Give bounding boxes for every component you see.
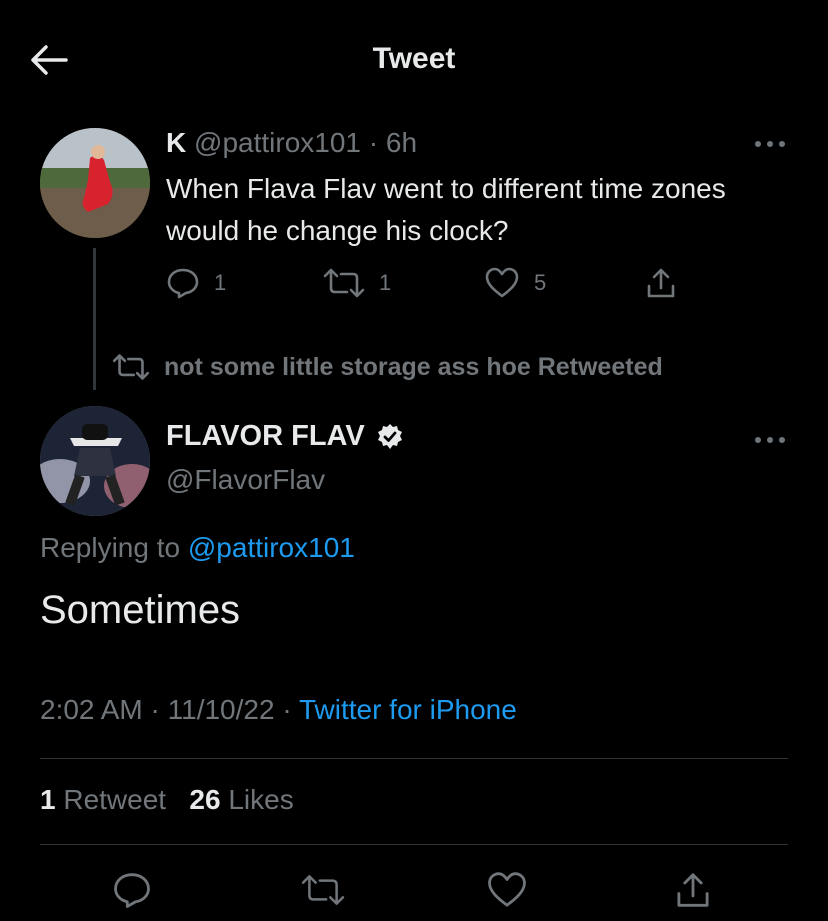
- heart-icon: [485, 267, 519, 298]
- share-button[interactable]: [673, 870, 713, 910]
- replying-to-prefix: Replying to: [40, 532, 181, 563]
- retweet-icon: [301, 875, 345, 905]
- reply-button[interactable]: 1: [166, 266, 226, 300]
- retweeted-by[interactable]: not some little storage ass hoe Retweete…: [112, 352, 663, 382]
- reply-button[interactable]: [112, 870, 152, 910]
- main-tweet-text: Sometimes: [40, 588, 241, 632]
- more-icon: [755, 141, 785, 147]
- retweeted-by-label: not some little storage ass hoe Retweete…: [164, 352, 663, 381]
- parent-tweet-text: When Flava Flav went to different time z…: [166, 173, 726, 246]
- replying-to: Replying to @pattirox101: [40, 532, 355, 564]
- main-display-name: FLAVOR FLAV: [166, 420, 365, 452]
- more-icon: [755, 437, 785, 443]
- like-count: 5: [534, 270, 547, 295]
- separator: ·: [150, 694, 160, 725]
- divider: [40, 844, 788, 845]
- share-button[interactable]: [644, 266, 678, 300]
- tweet-meta: 2:02 AM · 11/10/22 · Twitter for iPhone: [40, 694, 517, 726]
- reply-icon: [167, 268, 199, 299]
- more-options-button[interactable]: [750, 134, 790, 154]
- retweets-stat[interactable]: 1 Retweet: [40, 784, 166, 815]
- parent-display-name[interactable]: K: [166, 127, 186, 158]
- parent-time[interactable]: 6h: [386, 127, 417, 158]
- retweet-icon: [112, 354, 150, 380]
- share-icon: [647, 268, 675, 298]
- main-author[interactable]: FLAVOR FLAV: [166, 420, 405, 453]
- parent-tweet-header: K @pattirox101 · 6h: [166, 126, 417, 160]
- avatar[interactable]: [40, 128, 150, 238]
- reply-icon: [114, 873, 150, 908]
- retweet-count: 1: [379, 270, 392, 295]
- heart-icon: [488, 872, 526, 907]
- more-options-button[interactable]: [750, 430, 790, 450]
- divider: [40, 758, 788, 759]
- retweet-button[interactable]: [301, 870, 345, 910]
- thread-line: [93, 248, 96, 390]
- page-title: Tweet: [372, 42, 456, 75]
- retweet-button[interactable]: 1: [323, 266, 391, 300]
- share-icon: [677, 873, 709, 907]
- verified-badge-icon: [377, 423, 402, 449]
- separator: ·: [368, 127, 379, 158]
- avatar[interactable]: [40, 406, 150, 516]
- tweet-time[interactable]: 2:02 AM: [40, 694, 143, 725]
- reply-count: 1: [214, 270, 227, 295]
- separator: ·: [282, 694, 292, 725]
- replying-to-link[interactable]: @pattirox101: [188, 532, 355, 563]
- tweet-stats: 1 Retweet 26 Likes: [40, 784, 294, 816]
- retweet-icon: [323, 268, 365, 298]
- parent-handle[interactable]: @pattirox101: [194, 127, 361, 158]
- main-handle[interactable]: @FlavorFlav: [166, 464, 325, 496]
- like-button[interactable]: 5: [484, 266, 546, 300]
- likes-stat[interactable]: 26 Likes: [189, 784, 293, 815]
- like-button[interactable]: [486, 870, 526, 910]
- tweet-date[interactable]: 11/10/22: [168, 694, 275, 725]
- tweet-source-link[interactable]: Twitter for iPhone: [299, 694, 517, 725]
